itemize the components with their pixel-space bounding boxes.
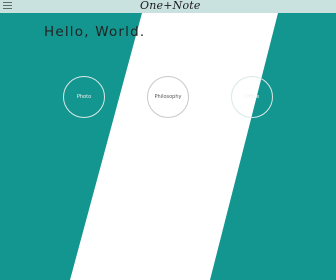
nav-circle-office[interactable]: Office (231, 76, 273, 118)
hamburger-menu-icon[interactable] (3, 2, 12, 10)
nav-circle-label: Photo (76, 94, 92, 100)
nav-circle-label: Office (244, 94, 260, 100)
site-logo[interactable]: One+Note (140, 0, 200, 13)
top-bar: One+Note (0, 0, 336, 13)
hero-greeting: Hello, World. (44, 24, 146, 40)
nav-circle-label: Philosophy (154, 94, 182, 100)
nav-circle-philosophy[interactable]: Philosophy (147, 76, 189, 118)
nav-circle-photo[interactable]: Photo (63, 76, 105, 118)
diagonal-white-stripe (70, 13, 278, 280)
